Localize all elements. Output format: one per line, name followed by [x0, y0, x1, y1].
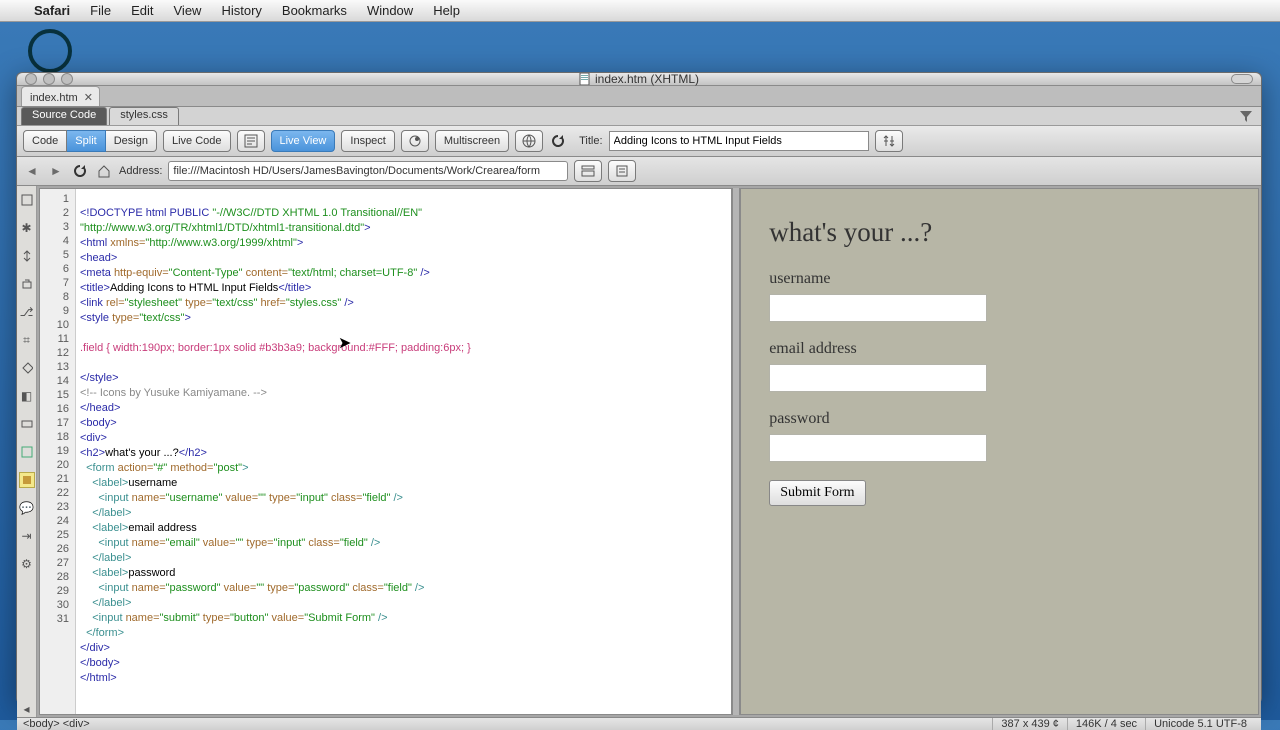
live-code-button[interactable]: Live Code	[163, 130, 231, 152]
file-tab-label: index.htm	[30, 92, 78, 104]
toolbar-toggle-icon[interactable]	[1231, 74, 1253, 84]
status-bar: <body> <div> 387 x 439 ¢ 146K / 4 sec Un…	[17, 717, 1261, 730]
styles-css-tab[interactable]: styles.css	[109, 107, 179, 125]
split-view-button[interactable]: Split	[67, 130, 105, 152]
title-label: Title:	[579, 135, 602, 147]
balance-braces-icon[interactable]: ⎇	[19, 304, 35, 320]
submit-form-button[interactable]: Submit Form	[769, 480, 865, 506]
collapse-panel-icon[interactable]: ◂	[19, 701, 35, 717]
open-documents-icon[interactable]	[19, 192, 35, 208]
address-bar: ◄ ► Address:	[17, 157, 1261, 186]
check-errors-icon[interactable]	[237, 130, 265, 152]
preview-heading: what's your ...?	[769, 217, 1230, 248]
file-tab-index[interactable]: index.htm ✕	[21, 86, 100, 106]
line-numbers-icon[interactable]: ⌗	[19, 332, 35, 348]
refresh-icon[interactable]	[71, 162, 89, 180]
email-label: email address	[769, 340, 1230, 358]
menu-help[interactable]: Help	[433, 3, 460, 18]
live-view-options-icon[interactable]	[608, 160, 636, 182]
desktop-widget-icon	[28, 29, 72, 73]
mouse-cursor-icon: ➤	[338, 337, 351, 351]
live-view-pane[interactable]: what's your ...? username email address …	[740, 188, 1259, 715]
menu-edit[interactable]: Edit	[131, 3, 153, 18]
macos-menubar: Safari File Edit View History Bookmarks …	[0, 0, 1280, 22]
menu-view[interactable]: View	[174, 3, 202, 18]
multiscreen-button[interactable]: Multiscreen	[435, 130, 509, 152]
live-view-button[interactable]: Live View	[271, 130, 336, 152]
view-mode-group: Code Split Design	[23, 130, 157, 152]
window-title: index.htm (XHTML)	[17, 72, 1261, 86]
home-icon[interactable]	[95, 162, 113, 180]
code-editor[interactable]: <!DOCTYPE html PUBLIC "-//W3C//DTD XHTML…	[76, 189, 731, 714]
dreamweaver-window: index.htm (XHTML) index.htm ✕ Source Cod…	[16, 72, 1262, 704]
address-label: Address:	[119, 165, 162, 177]
file-management-icon[interactable]	[875, 130, 903, 152]
apply-comment-icon[interactable]	[19, 416, 35, 432]
code-view-button[interactable]: Code	[23, 130, 67, 152]
preview-in-browser-icon[interactable]	[515, 130, 543, 152]
menu-bookmarks[interactable]: Bookmarks	[282, 3, 347, 18]
workspace: ✱ ⎇ ⌗ ◧ 💬 ⇥ ⚙ ◂ 1 2 3 4 5 6 7 8 9 10 11 …	[17, 186, 1261, 717]
recent-snippets-icon[interactable]	[19, 472, 35, 488]
window-titlebar[interactable]: index.htm (XHTML)	[17, 73, 1261, 86]
email-field[interactable]	[769, 364, 987, 392]
menu-history[interactable]: History	[221, 3, 261, 18]
expand-selection-icon[interactable]	[19, 248, 35, 264]
highlight-invalid-icon[interactable]	[19, 360, 35, 376]
collapse-selection-icon[interactable]: ✱	[19, 220, 35, 236]
title-input[interactable]	[609, 131, 869, 151]
indent-code-icon[interactable]: ⇥	[19, 528, 35, 544]
syntax-coloring-icon[interactable]: ◧	[19, 388, 35, 404]
password-field[interactable]	[769, 434, 987, 462]
back-icon[interactable]: ◄	[23, 162, 41, 180]
close-tab-icon[interactable]: ✕	[84, 91, 93, 104]
select-parent-tag-icon[interactable]	[19, 276, 35, 292]
browser-compat-icon[interactable]	[401, 130, 429, 152]
split-handle[interactable]	[732, 188, 740, 715]
line-numbers: 1 2 3 4 5 6 7 8 9 10 11 12 13 14 15 16 1…	[40, 189, 76, 714]
refresh-design-icon[interactable]	[549, 132, 567, 150]
wrap-tag-icon[interactable]	[19, 444, 35, 460]
document-toolbar: Code Split Design Live Code Live View In…	[17, 126, 1261, 157]
source-code-tab[interactable]: Source Code	[21, 107, 107, 125]
inspect-button[interactable]: Inspect	[341, 130, 394, 152]
move-css-icon[interactable]: 💬	[19, 500, 35, 516]
forward-icon[interactable]: ►	[47, 162, 65, 180]
username-label: username	[769, 270, 1230, 288]
code-pane[interactable]: 1 2 3 4 5 6 7 8 9 10 11 12 13 14 15 16 1…	[39, 188, 732, 715]
coding-toolbar: ✱ ⎇ ⌗ ◧ 💬 ⇥ ⚙ ◂	[17, 186, 37, 717]
filter-icon[interactable]	[1239, 109, 1253, 126]
menu-file[interactable]: File	[90, 3, 111, 18]
address-options-icon[interactable]	[574, 160, 602, 182]
address-input[interactable]	[168, 161, 568, 181]
username-field[interactable]	[769, 294, 987, 322]
file-tab-row: index.htm ✕	[17, 86, 1261, 107]
menu-window[interactable]: Window	[367, 3, 413, 18]
password-label: password	[769, 410, 1230, 428]
design-view-button[interactable]: Design	[106, 130, 157, 152]
format-source-icon[interactable]: ⚙	[19, 556, 35, 572]
document-icon	[579, 73, 591, 85]
related-files-row: Source Code styles.css	[17, 107, 1261, 126]
app-name[interactable]: Safari	[34, 3, 70, 18]
